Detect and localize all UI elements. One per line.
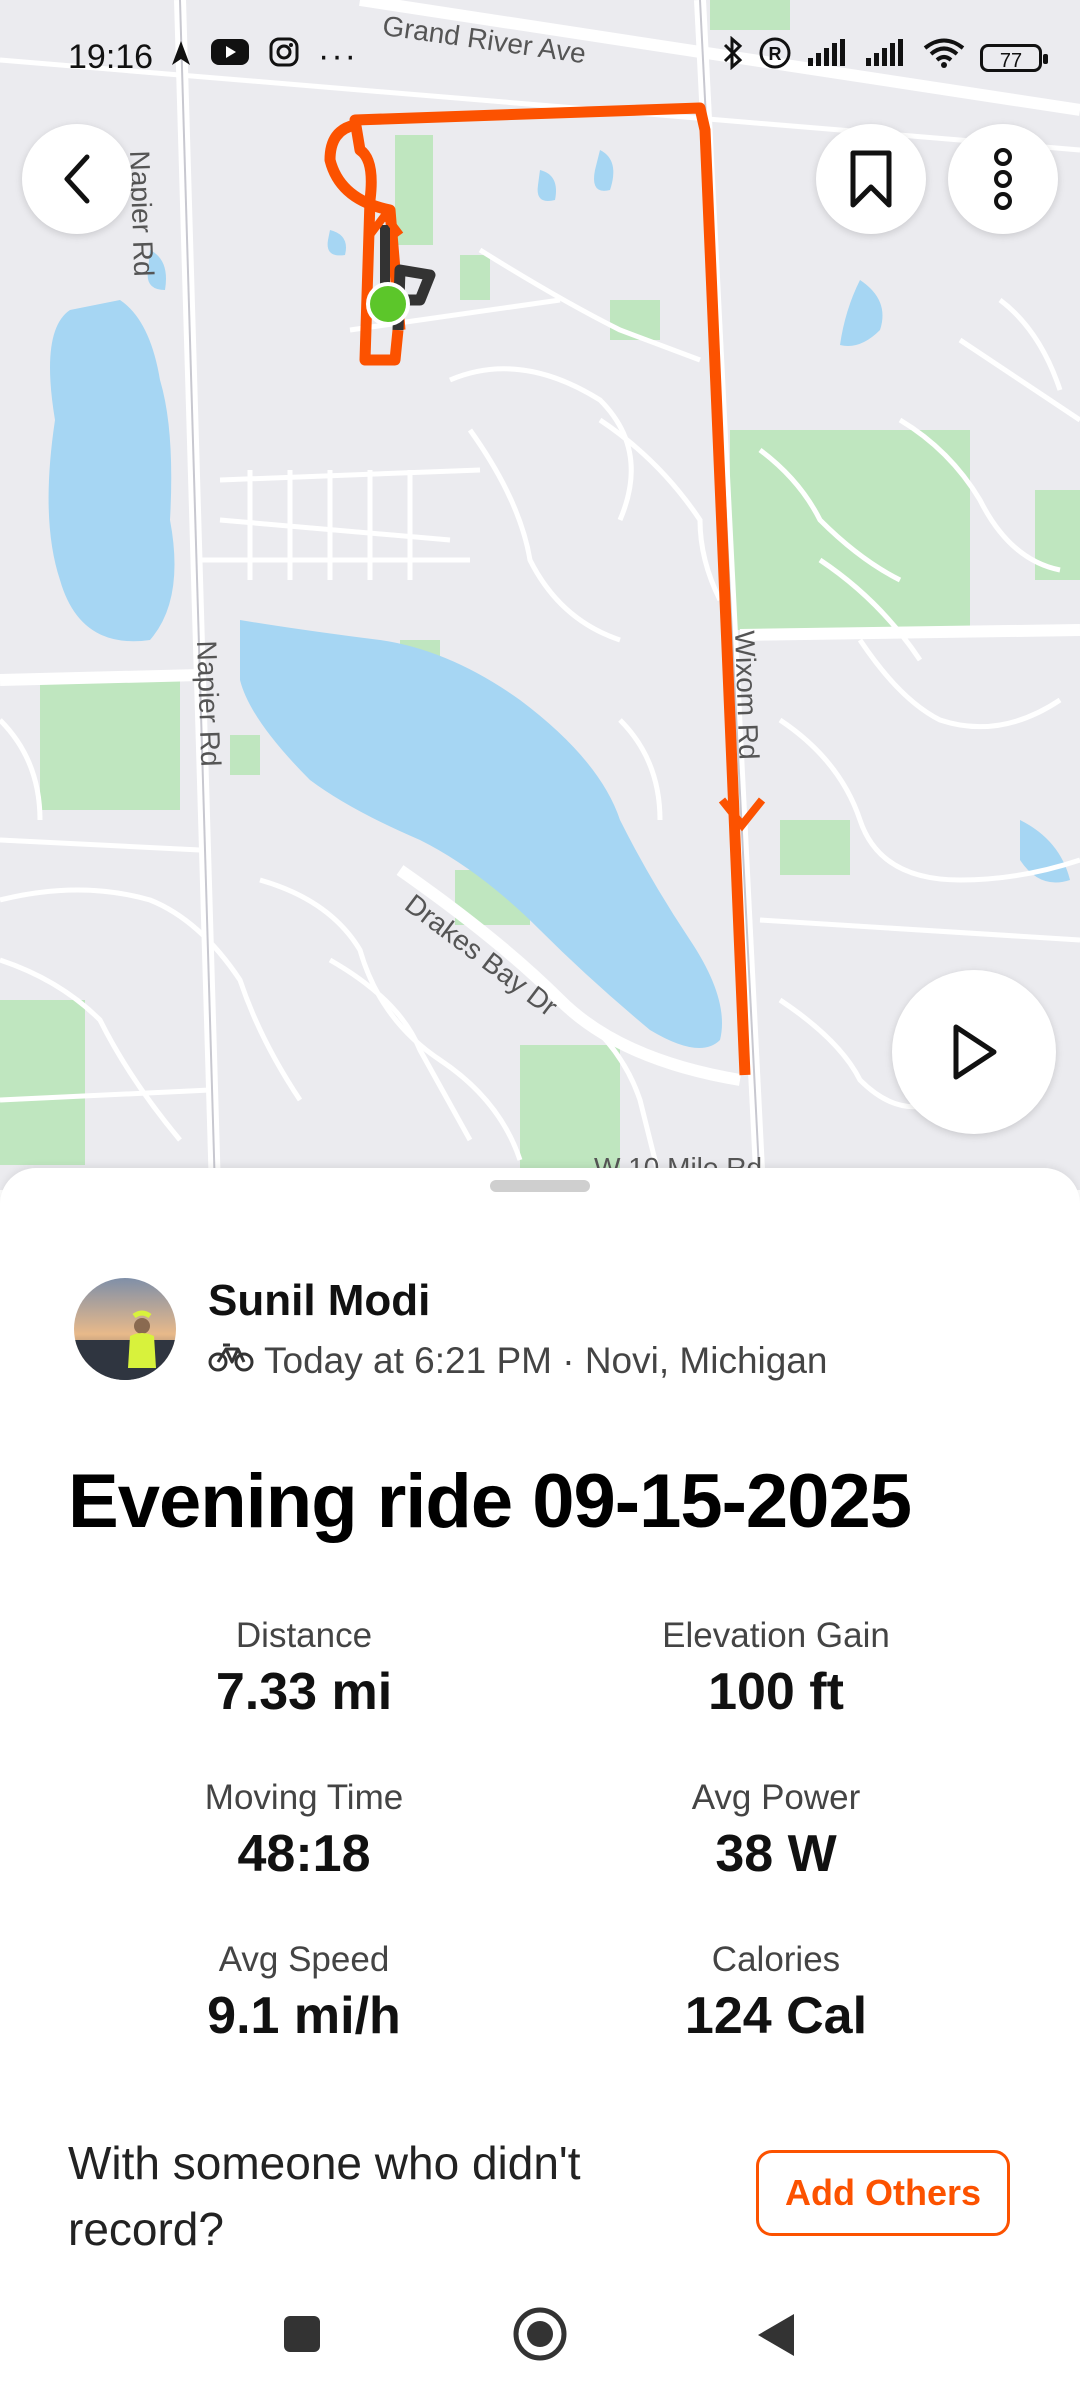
status-time: 19:16	[68, 38, 154, 76]
bookmark-icon	[850, 150, 892, 208]
activity-title: Evening ride 09-15-2025	[68, 1459, 912, 1544]
stat-value: 100 ft	[708, 1663, 844, 1721]
square-icon	[284, 2316, 320, 2352]
play-icon	[953, 1024, 997, 1080]
road-label-napier-mid: Napier Rd	[191, 640, 227, 768]
bookmark-button[interactable]	[816, 124, 926, 234]
bike-icon	[208, 1340, 254, 1382]
stat-value: 124 Cal	[684, 1987, 868, 2045]
system-nav-bar	[0, 2268, 1080, 2400]
home-circle-icon	[513, 2307, 567, 2361]
back-nav-button[interactable]	[756, 2312, 796, 2358]
signal-icon	[864, 38, 908, 77]
play-flyover-button[interactable]	[892, 970, 1056, 1134]
navigation-icon	[170, 37, 192, 76]
instagram-icon	[268, 36, 300, 77]
start-marker	[366, 282, 410, 326]
signal-icon	[806, 38, 850, 77]
activity-sheet: Sunil Modi Today at 6:21 PM · Novi, Mich…	[0, 1168, 1080, 2268]
battery-icon: 77	[980, 43, 1048, 72]
stat-calories: Calories 124 Cal	[576, 1940, 976, 2046]
recents-button[interactable]	[282, 2314, 322, 2354]
stat-label: Calories	[711, 1940, 841, 1979]
activity-meta-text: Today at 6:21 PM · Novi, Michigan	[264, 1340, 828, 1381]
stat-value: 48:18	[237, 1825, 371, 1883]
youtube-icon	[210, 37, 250, 76]
stat-label: Elevation Gain	[662, 1616, 890, 1655]
home-button[interactable]	[512, 2306, 568, 2362]
stat-label: Avg Speed	[218, 1940, 390, 1979]
wifi-icon	[922, 37, 966, 78]
add-others-prompt: With someone who didn't record?	[68, 2137, 581, 2255]
more-dots-icon: ···	[318, 37, 358, 75]
stat-label: Avg Power	[691, 1778, 861, 1817]
stat-avg-speed: Avg Speed 9.1 mi/h	[104, 1940, 504, 2046]
athlete-name[interactable]: Sunil Modi	[208, 1276, 430, 1326]
stat-label: Moving Time	[204, 1778, 404, 1817]
stat-value: 7.33 mi	[215, 1663, 393, 1721]
chevron-left-icon	[64, 154, 90, 204]
stat-distance: Distance 7.33 mi	[104, 1616, 504, 1722]
stat-value: 9.1 mi/h	[207, 1987, 401, 2045]
more-options-button[interactable]	[948, 124, 1058, 234]
avatar[interactable]	[74, 1278, 176, 1380]
drag-handle[interactable]	[490, 1180, 590, 1192]
back-button[interactable]	[22, 124, 132, 234]
activity-meta: Today at 6:21 PM · Novi, Michigan	[208, 1340, 827, 1382]
stat-value: 38 W	[715, 1825, 837, 1883]
status-bar: 19:16 ··· R 77	[0, 30, 1080, 86]
stat-moving-time: Moving Time 48:18	[104, 1778, 504, 1884]
route-map[interactable]: Grand River Ave Napier Rd Napier Rd Wixo…	[0, 0, 1080, 1190]
triangle-back-icon	[758, 2314, 794, 2356]
bluetooth-icon	[722, 35, 744, 79]
road-label-wixom: Wixom Rd	[729, 630, 765, 761]
vertical-dots-icon	[994, 148, 1012, 210]
add-others-button[interactable]: Add Others	[756, 2150, 1010, 2236]
stat-elevation-gain: Elevation Gain 100 ft	[576, 1616, 976, 1722]
registered-icon: R	[758, 36, 792, 79]
svg-text:R: R	[769, 44, 782, 64]
stat-label: Distance	[235, 1616, 373, 1655]
stat-avg-power: Avg Power 38 W	[576, 1778, 976, 1884]
